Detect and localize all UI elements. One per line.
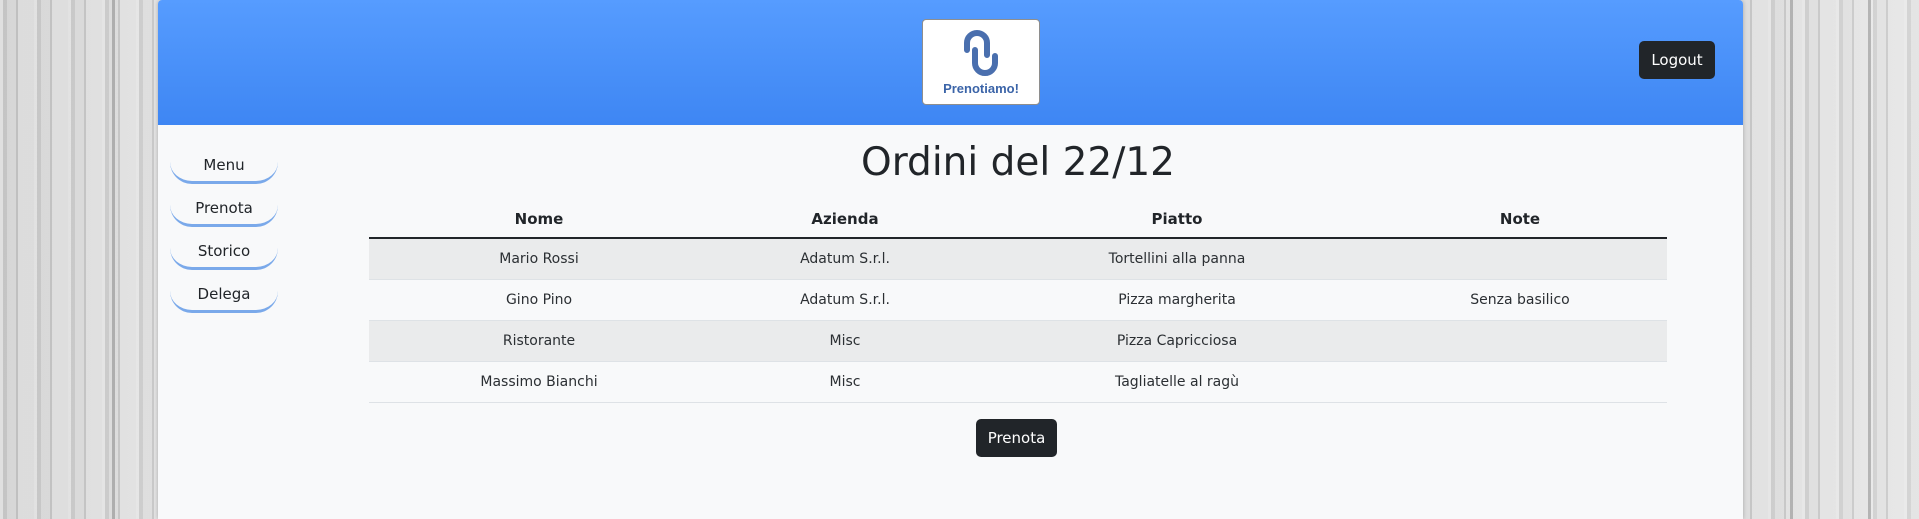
logo[interactable]: Prenotiamo! (922, 19, 1040, 105)
prenota-button[interactable]: Prenota (976, 419, 1057, 457)
cell-note: Senza basilico (1373, 279, 1667, 321)
table-row: Gino Pino Adatum S.r.l. Pizza margherita… (369, 279, 1667, 321)
table-row: Ristorante Misc Pizza Capricciosa (369, 320, 1667, 362)
cell-note (1373, 238, 1667, 280)
column-header-note: Note (1373, 201, 1667, 239)
link-chain-icon (964, 30, 998, 76)
column-header-azienda: Azienda (709, 201, 981, 239)
page-container: Prenotiamo! Logout Menu Prenota Storico … (158, 0, 1743, 519)
cell-piatto: Tagliatelle al ragù (981, 361, 1373, 403)
logout-button[interactable]: Logout (1639, 41, 1715, 79)
cell-note (1373, 361, 1667, 403)
column-header-piatto: Piatto (981, 201, 1373, 239)
cell-note (1373, 320, 1667, 362)
wood-seam (1868, 0, 1871, 519)
cell-azienda: Adatum S.r.l. (709, 238, 981, 280)
logo-text: Prenotiamo! (943, 81, 1019, 96)
sidebar-item-storico[interactable]: Storico (170, 234, 278, 270)
cell-azienda: Adatum S.r.l. (709, 279, 981, 321)
cell-nome: Gino Pino (369, 279, 709, 321)
column-header-nome: Nome (369, 201, 709, 239)
cell-piatto: Pizza Capricciosa (981, 320, 1373, 362)
page-title: Ordini del 22/12 (861, 140, 1175, 185)
sidebar-item-prenota[interactable]: Prenota (170, 191, 278, 227)
cell-azienda: Misc (709, 320, 981, 362)
table-row: Massimo Bianchi Misc Tagliatelle al ragù (369, 361, 1667, 403)
sidebar-item-delega[interactable]: Delega (170, 277, 278, 313)
cell-piatto: Pizza margherita (981, 279, 1373, 321)
table-row: Mario Rossi Adatum S.r.l. Tortellini all… (369, 238, 1667, 280)
orders-table: Nome Azienda Piatto Note Mario Rossi Ada… (369, 201, 1667, 403)
cell-nome: Massimo Bianchi (369, 361, 709, 403)
cell-piatto: Tortellini alla panna (981, 238, 1373, 280)
table-header-row: Nome Azienda Piatto Note (369, 201, 1667, 239)
wood-seam (112, 0, 115, 519)
cell-nome: Mario Rossi (369, 238, 709, 280)
sidebar-item-menu[interactable]: Menu (170, 148, 278, 184)
cell-nome: Ristorante (369, 320, 709, 362)
wood-seam (1790, 0, 1793, 519)
sidebar-nav: Menu Prenota Storico Delega (170, 148, 280, 320)
cell-azienda: Misc (709, 361, 981, 403)
header-bar: Prenotiamo! Logout (158, 0, 1743, 125)
